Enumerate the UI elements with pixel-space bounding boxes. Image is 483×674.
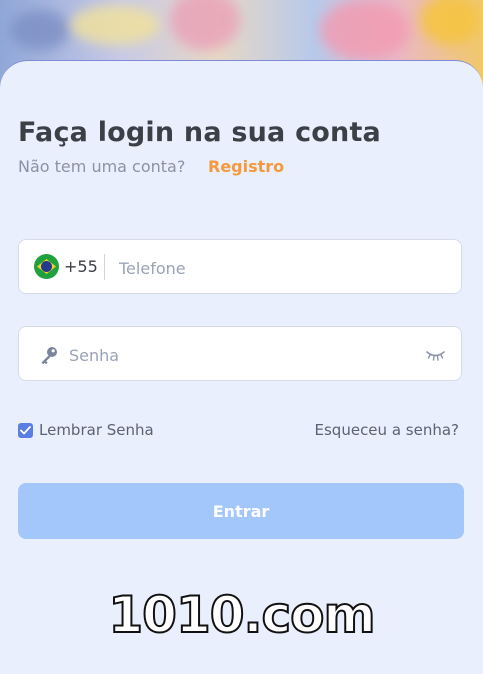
password-field: [18, 326, 462, 381]
remember-label: Lembrar Senha: [39, 421, 154, 439]
page-title: Faça login na sua conta: [18, 117, 381, 148]
password-input[interactable]: [67, 339, 421, 371]
key-icon: [41, 347, 57, 365]
check-icon: [20, 425, 31, 434]
brazil-flag-icon[interactable]: [34, 254, 59, 279]
watermark-text: 1010.com: [107, 585, 376, 645]
register-link[interactable]: Registro: [208, 157, 284, 176]
no-account-text: Não tem uma conta?: [18, 157, 186, 176]
country-code[interactable]: +55: [64, 257, 98, 276]
phone-field: +55: [18, 239, 462, 294]
remember-password-toggle[interactable]: Lembrar Senha: [18, 421, 154, 439]
phone-input[interactable]: [117, 252, 441, 284]
login-button[interactable]: Entrar: [18, 483, 464, 539]
field-divider: [104, 254, 105, 280]
remember-checkbox[interactable]: [18, 422, 33, 438]
forgot-password-link[interactable]: Esqueceu a senha?: [315, 421, 459, 439]
eye-closed-icon[interactable]: [426, 349, 445, 361]
